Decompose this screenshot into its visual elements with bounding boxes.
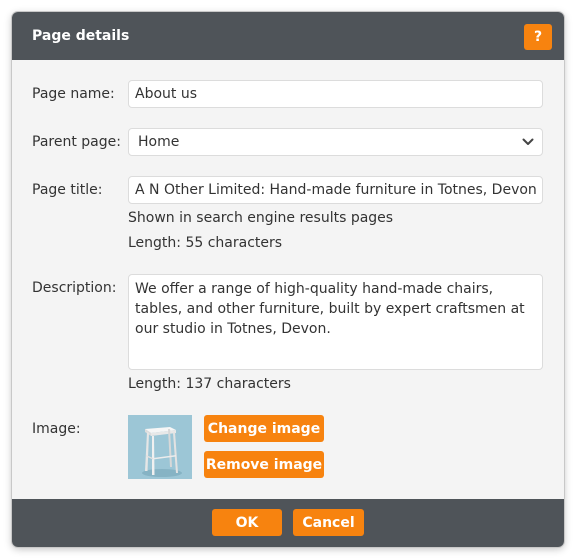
remove-image-button[interactable]: Remove image [204, 451, 324, 478]
page-title-hint: Shown in search engine results pages [128, 210, 394, 226]
dialog-titlebar: Page details ? [12, 12, 564, 60]
page-title-input[interactable]: A N Other Limited: Hand-made furniture i… [128, 176, 543, 204]
help-button[interactable]: ? [524, 24, 552, 50]
ok-button[interactable]: OK [212, 509, 282, 536]
image-label: Image: [32, 421, 81, 437]
description-label: Description: [32, 280, 117, 296]
parent-page-select[interactable]: Home [128, 128, 543, 156]
parent-page-value: Home [138, 134, 180, 150]
cancel-button[interactable]: Cancel [293, 509, 364, 536]
description-textarea[interactable]: We offer a range of high-quality hand-ma… [128, 274, 543, 370]
chevron-down-icon [522, 138, 534, 145]
page-name-label: Page name: [32, 86, 115, 102]
change-image-button[interactable]: Change image [204, 415, 324, 442]
page-title-label: Page title: [32, 182, 103, 198]
dialog-footer: OK Cancel [12, 499, 564, 547]
stool-image [128, 415, 192, 479]
page-name-input[interactable]: About us [128, 80, 543, 108]
parent-page-label: Parent page: [32, 134, 121, 150]
page-details-dialog: Page details ? Page name: About us Paren… [12, 12, 564, 547]
dialog-title: Page details [32, 28, 130, 44]
description-length: Length: 137 characters [128, 376, 291, 392]
page-title-length: Length: 55 characters [128, 235, 283, 251]
image-thumbnail [128, 415, 192, 479]
